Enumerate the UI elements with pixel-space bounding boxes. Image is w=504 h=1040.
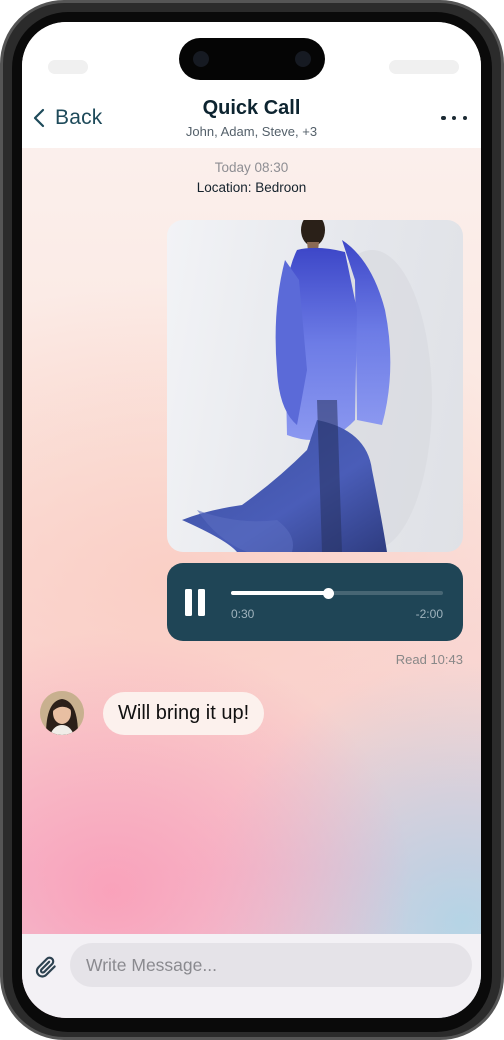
pause-button[interactable] <box>183 589 207 617</box>
chat-participants: John, Adam, Steve, +3 <box>185 124 318 139</box>
audio-progress-track[interactable] <box>231 587 443 599</box>
pause-icon <box>185 589 192 616</box>
pause-bar <box>198 589 205 616</box>
message-timestamp: Today 08:30 <box>214 160 289 175</box>
status-icons-placeholder <box>389 60 459 74</box>
voice-message: 0:30 -2:00 <box>167 563 463 641</box>
audio-progress-fill <box>231 591 329 595</box>
more-horizontal-icon <box>441 115 446 121</box>
dot <box>451 115 457 121</box>
avatar-image <box>40 691 84 735</box>
audio-scrub-handle[interactable] <box>323 587 335 599</box>
photo-message[interactable] <box>167 220 463 552</box>
chat-screen: Back Quick Call John, Adam, Steve, +3 To… <box>22 22 481 1018</box>
chat-header: Back Quick Call John, Adam, Steve, +3 <box>22 94 481 148</box>
location-label: Location: Bedroon <box>196 180 307 195</box>
incoming-message-bubble: Will bring it up! <box>103 692 265 735</box>
paperclip-icon[interactable] <box>33 954 59 980</box>
incoming-message-text: Will bring it up! <box>118 702 250 724</box>
read-receipt: Read 10:43 <box>395 652 463 667</box>
avatar[interactable] <box>40 691 84 735</box>
audio-remaining-time: -2:00 <box>415 607 443 621</box>
more-options-button[interactable] <box>441 106 467 130</box>
chat-title: Quick Call <box>202 97 301 119</box>
camera-icon <box>193 51 209 67</box>
audio-elapsed-time: 0:30 <box>231 607 255 621</box>
message-composer <box>22 934 481 1018</box>
status-time-placeholder <box>48 60 88 74</box>
sensor-icon <box>295 51 311 67</box>
dot <box>462 115 467 121</box>
message-input[interactable] <box>70 943 472 987</box>
fashion-photo <box>182 220 432 552</box>
dynamic-island <box>179 38 325 80</box>
